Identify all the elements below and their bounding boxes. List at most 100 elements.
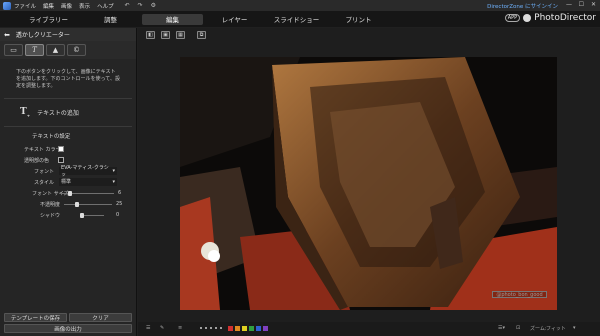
shadow-slider[interactable]: [80, 212, 104, 218]
zoom-dropdown-chevron-icon[interactable]: ▾: [573, 325, 576, 331]
add-text-label: テキストの追加: [37, 109, 79, 117]
text-tab-icon[interactable]: T: [25, 44, 44, 56]
dot-icon[interactable]: [210, 327, 212, 329]
opacity-label: 不透明度: [40, 201, 61, 208]
tab-slideshow[interactable]: スライドショー: [266, 14, 327, 25]
watermark-text-box[interactable]: @photo_bon_good: [492, 291, 547, 298]
fontsize-slider[interactable]: [60, 190, 114, 196]
opacity-value: 25: [116, 200, 123, 207]
image-tab-icon[interactable]: ▲: [46, 44, 65, 56]
dot-icon[interactable]: [220, 327, 222, 329]
before-after-icon[interactable]: ◧: [146, 31, 155, 39]
brush-icon[interactable]: ✎: [160, 325, 164, 331]
palette-swatch-red[interactable]: [228, 326, 233, 331]
frame-tab-icon[interactable]: ▭: [4, 44, 23, 56]
undo-icon[interactable]: ↶: [125, 2, 130, 9]
directorzone-signin-link[interactable]: DirectorZone にサインイン: [487, 2, 558, 10]
opacity-row: 不透明度 25: [0, 199, 136, 210]
fontsize-slider-knob[interactable]: [67, 190, 72, 196]
bg-color-label: 透明部の色: [24, 157, 50, 164]
menu-file[interactable]: ファイル: [14, 2, 36, 10]
text-color-label: テキスト カラー: [24, 146, 61, 153]
panel-header: ⬅ 透かしクリエーター: [0, 28, 136, 41]
export-image-button[interactable]: 画像の出力: [4, 324, 132, 333]
text-settings-title: テキストの設定: [32, 133, 71, 140]
single-view-icon[interactable]: ▣: [161, 31, 170, 39]
tab-adjust[interactable]: 調整: [80, 14, 141, 25]
palette-swatch-blue[interactable]: [256, 326, 261, 331]
bg-color-swatch[interactable]: [58, 156, 64, 163]
add-text-icon: T+: [20, 107, 31, 118]
panel-tabs: ▭ T ▲ ©: [0, 41, 136, 59]
app-window: ファイル 編集 画像 表示 ヘルプ ↶ ↷ ⚙ DirectorZone にサイ…: [0, 0, 600, 336]
style-row: スタイル 標準 ▾: [0, 177, 136, 188]
tab-print[interactable]: プリント: [328, 14, 389, 25]
redo-icon[interactable]: ↷: [138, 2, 143, 9]
dot-icon[interactable]: [200, 327, 202, 329]
chevron-down-icon: ▾: [112, 167, 115, 174]
settings-gear-icon[interactable]: ⚙: [151, 2, 156, 9]
menubar: ファイル 編集 画像 表示 ヘルプ ↶ ↷ ⚙ DirectorZone にサイ…: [0, 0, 600, 11]
style-label: スタイル: [34, 179, 55, 186]
viewer: ◧ ▣ ▦ ⧉ @photo_bon_good: [138, 28, 600, 336]
back-arrow-icon[interactable]: ⬅: [4, 31, 10, 39]
photo-canvas[interactable]: @photo_bon_good: [180, 57, 557, 310]
app-logo-icon: [0, 0, 14, 11]
maximize-button[interactable]: ☐: [579, 1, 584, 8]
font-dropdown[interactable]: EVA-マティス-クラシッ ▾: [59, 164, 117, 178]
fontsize-row: フォント サイズ 6: [0, 188, 136, 199]
save-template-button[interactable]: テンプレートの保存: [4, 313, 67, 322]
text-color-swatch[interactable]: [58, 145, 64, 152]
tab-layers[interactable]: レイヤー: [204, 14, 265, 25]
photo-image: [180, 57, 557, 310]
font-row: フォント EVA-マティス-クラシッ ▾: [0, 164, 136, 178]
palette-swatch-orange[interactable]: [235, 326, 240, 331]
chevron-down-icon: ▾: [112, 178, 115, 185]
brand-name: PhotoDirector: [534, 13, 596, 23]
brand: APP PhotoDirector: [504, 13, 596, 23]
menu-view[interactable]: 表示: [79, 2, 90, 10]
font-value: EVA-マティス-クラシッ: [61, 164, 109, 178]
palette-swatch-purple[interactable]: [263, 326, 268, 331]
menu-help[interactable]: ヘルプ: [97, 2, 114, 10]
app-badge[interactable]: APP: [504, 14, 521, 22]
compare-view-icon[interactable]: ⧉: [197, 31, 206, 39]
text-color-row: テキスト カラー: [0, 144, 136, 155]
shadow-row: シャドウ 0: [0, 210, 136, 221]
opacity-slider-knob[interactable]: [75, 201, 79, 207]
panel-title: 透かしクリエーター: [15, 32, 70, 39]
viewer-toolbar: ◧ ▣ ▦ ⧉: [146, 31, 206, 39]
opacity-slider[interactable]: [64, 201, 112, 207]
view-list-icon[interactable]: ☰▾: [498, 325, 505, 331]
line-icon[interactable]: ≡: [178, 325, 182, 331]
palette-swatch-green[interactable]: [249, 326, 254, 331]
panel-buttons: テンプレートの保存 クリア 画像の出力: [4, 313, 132, 333]
tab-library[interactable]: ライブラリー: [18, 14, 79, 25]
menu-lines-icon[interactable]: ☰: [146, 325, 150, 331]
clear-button[interactable]: クリア: [69, 313, 132, 322]
shadow-label: シャドウ: [40, 212, 61, 219]
menu-image[interactable]: 画像: [61, 2, 72, 10]
panel-description: 下のボタンをクリックして、画像にテキストを追加します。下のコントロールを使って、…: [16, 69, 121, 89]
view-toggle-icon[interactable]: ⊡: [516, 325, 520, 331]
zoom-value[interactable]: フィット: [546, 325, 566, 332]
dot-icon[interactable]: [205, 327, 207, 329]
minimize-button[interactable]: —: [566, 1, 572, 8]
style-value: 標準: [61, 179, 72, 186]
copyright-tab-icon[interactable]: ©: [67, 44, 86, 56]
brand-logo-icon: [523, 14, 532, 22]
palette-swatch-yellow[interactable]: [242, 326, 247, 331]
tab-edit[interactable]: 編集: [142, 13, 203, 25]
zoom-label: ズーム:: [530, 326, 547, 332]
menu-edit[interactable]: 編集: [43, 2, 54, 10]
dot-icon[interactable]: [215, 327, 217, 329]
add-text-button[interactable]: T+ テキストの追加: [0, 99, 136, 126]
grid-view-icon[interactable]: ▦: [176, 31, 185, 39]
style-dropdown[interactable]: 標準 ▾: [59, 177, 117, 186]
watermark-panel: ⬅ 透かしクリエーター ▭ T ▲ © 下のボタンをクリックして、画像にテキスト…: [0, 28, 137, 336]
bottom-toolbar: ☰ ✎ ≡ ☰▾ ⊡ ズーム: フィット ▾: [138, 322, 600, 336]
shadow-value: 0: [116, 211, 120, 218]
font-label: フォント: [34, 168, 55, 175]
shadow-slider-knob[interactable]: [80, 212, 84, 218]
close-button[interactable]: ✕: [591, 1, 596, 8]
